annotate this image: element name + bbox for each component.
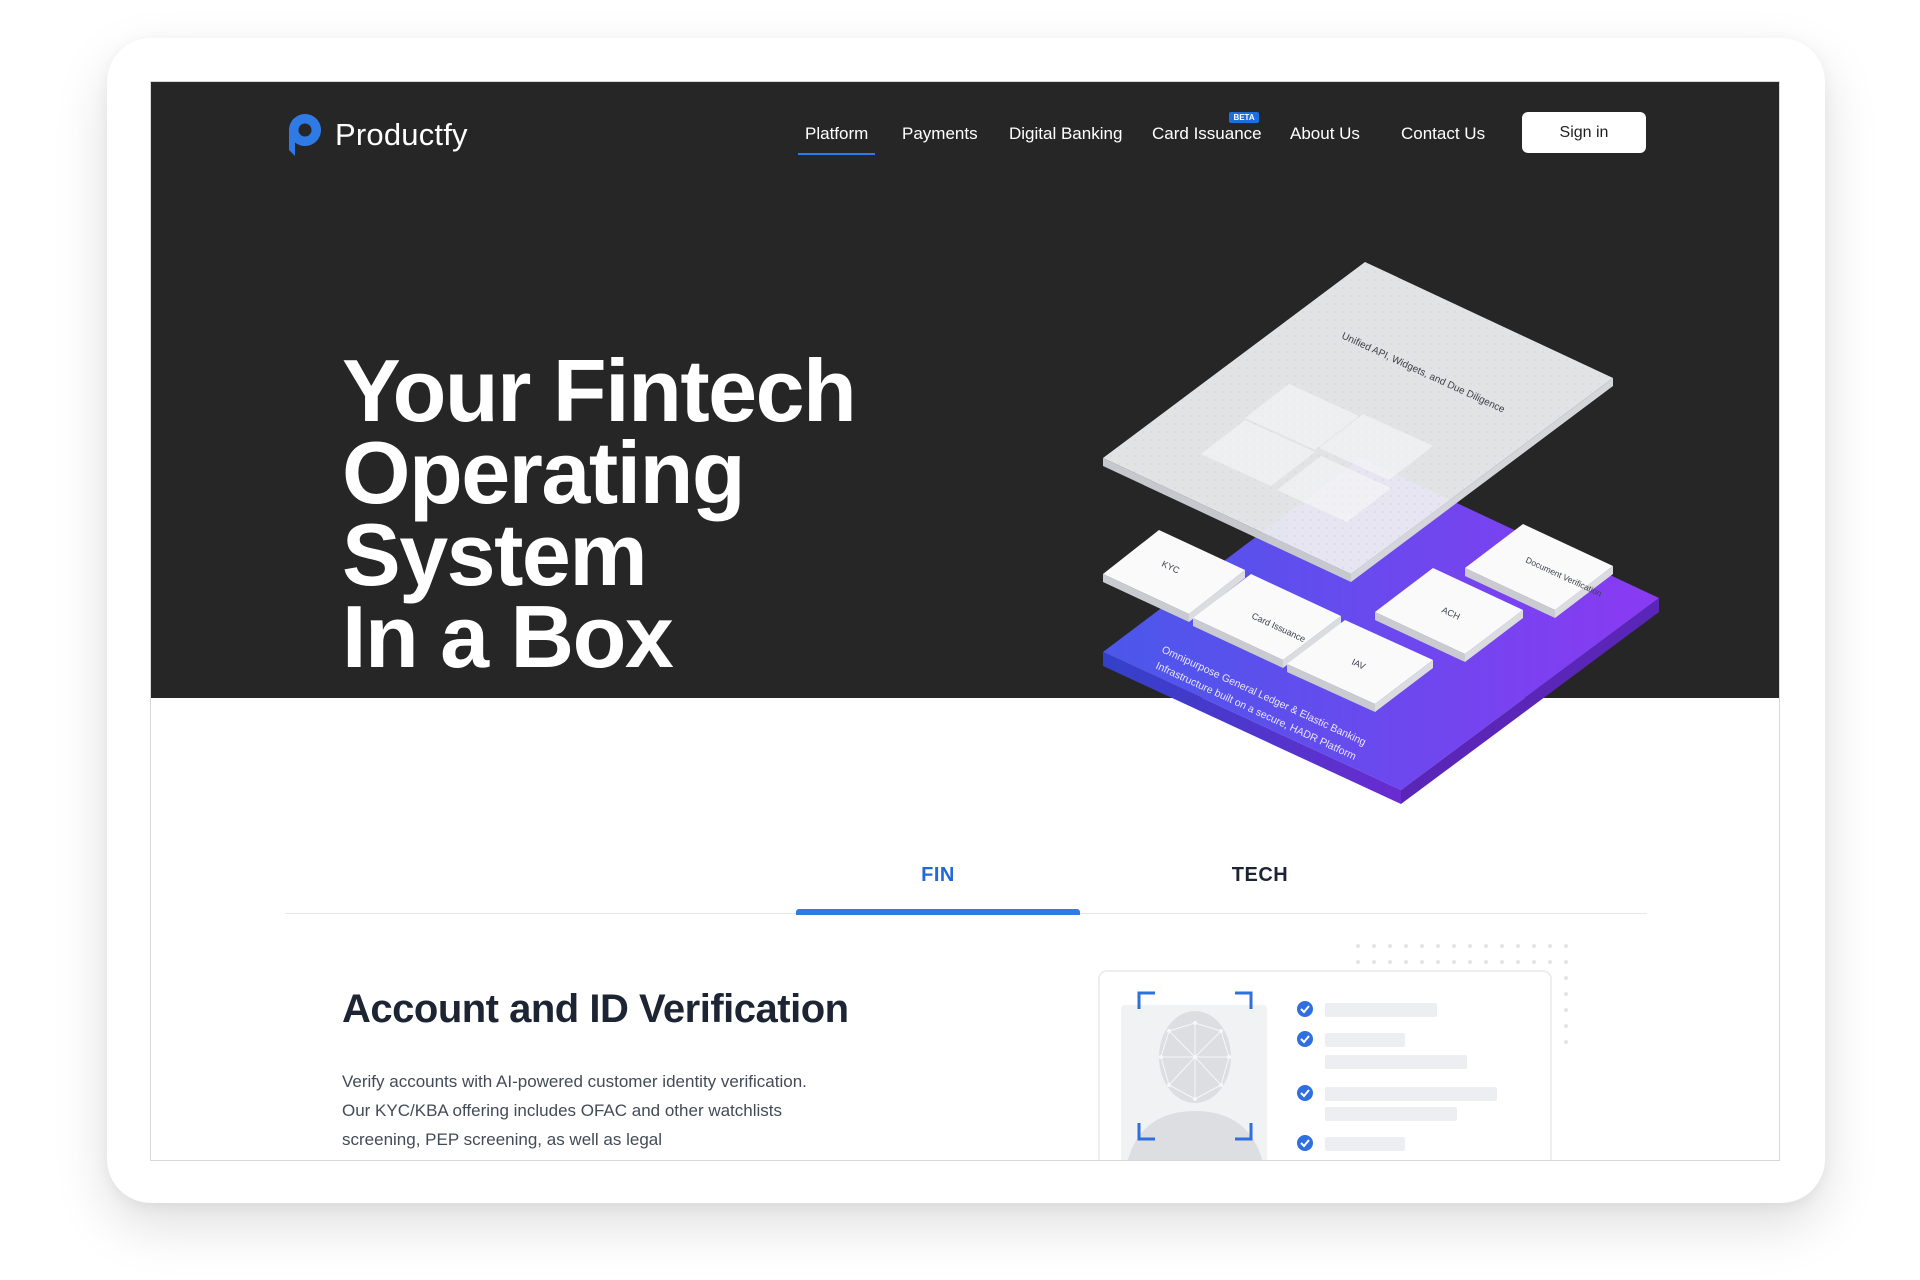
hero-section: Productfy Platform Payments Digital Bank…	[151, 82, 1779, 804]
nav-digital-banking[interactable]: Digital Banking	[1009, 124, 1122, 144]
tab-tech[interactable]: TECH	[1118, 864, 1402, 887]
nav-card-issuance[interactable]: Card Issuance BETA	[1152, 112, 1262, 144]
nav-card-issuance-label: Card Issuance	[1152, 124, 1262, 143]
beta-badge: BETA	[1229, 112, 1259, 123]
tab-fin[interactable]: FIN	[796, 864, 1080, 887]
hero-title: Your Fintech Operating System In a Box	[342, 341, 1062, 686]
platform-stack-illustration: Omnipurpose General Ledger & Elastic Ban…	[1103, 262, 1659, 804]
feature-description: Verify accounts with AI-powered customer…	[342, 1072, 807, 1149]
nav-platform[interactable]: Platform	[797, 124, 876, 155]
feature-title: Account and ID Verification	[342, 987, 849, 1031]
nav-about-us[interactable]: About Us	[1290, 124, 1360, 144]
id-verification-illustration	[1098, 935, 1571, 1160]
sign-in-button[interactable]: Sign in	[1522, 112, 1646, 153]
tab-bar: FIN TECH	[285, 772, 1647, 915]
hero-title-line-3: In a Box	[342, 587, 674, 686]
nav-payments[interactable]: Payments	[902, 124, 978, 144]
hero-title-line-2: Operating System	[342, 423, 746, 604]
nav-contact-us[interactable]: Contact Us	[1401, 124, 1485, 144]
hero-title-line-1: Your Fintech	[342, 341, 857, 440]
active-tab-indicator	[796, 909, 1080, 915]
browser-screen: Productfy Platform Payments Digital Bank…	[150, 81, 1780, 1161]
